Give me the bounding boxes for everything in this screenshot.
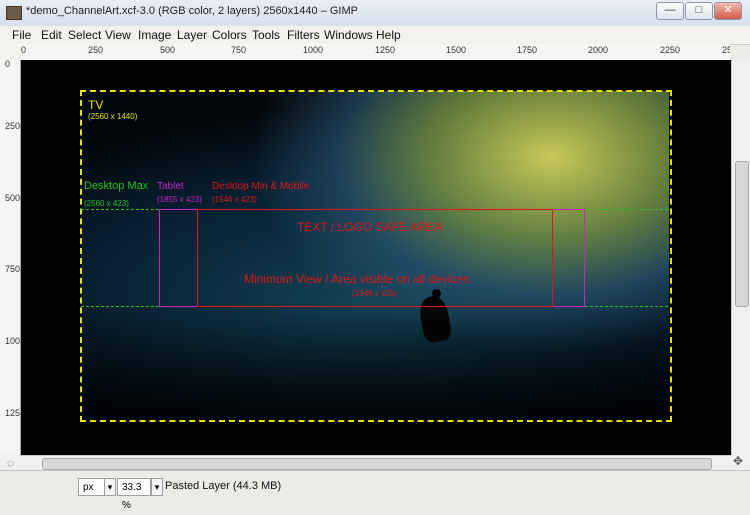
horizontal-scroll-thumb[interactable] bbox=[42, 458, 712, 470]
image-canvas[interactable]: TV (2560 x 1440) Desktop Max (2560 x 423… bbox=[21, 60, 731, 455]
ruler-label: 2500 bbox=[722, 45, 730, 55]
menu-filters[interactable]: Filters bbox=[287, 28, 320, 42]
tablet-size: (1855 x 423) bbox=[157, 195, 202, 204]
ruler-label: 1000 bbox=[5, 336, 21, 346]
navigate-icon: ✥ bbox=[733, 454, 744, 468]
ruler-label: 1750 bbox=[517, 45, 538, 55]
close-button[interactable]: ✕ bbox=[714, 2, 742, 20]
menu-windows[interactable]: Windows bbox=[324, 28, 373, 42]
ruler-label: 750 bbox=[231, 45, 247, 55]
desktop-min-label: Desktop Min & Mobile bbox=[212, 181, 310, 192]
tv-label: TV bbox=[88, 98, 104, 112]
title-bar: *demo_ChannelArt.xcf-3.0 (RGB color, 2 l… bbox=[0, 0, 750, 27]
menu-edit[interactable]: Edit bbox=[41, 28, 62, 42]
desktop-min-size: (1546 x 423) bbox=[212, 195, 257, 204]
horizontal-scrollbar[interactable] bbox=[20, 455, 731, 471]
ruler-label: 2250 bbox=[660, 45, 681, 55]
ruler-label: 2000 bbox=[588, 45, 609, 55]
menu-view[interactable]: View bbox=[105, 28, 131, 42]
vertical-ruler[interactable]: 0 250 500 750 1000 1250 bbox=[0, 60, 21, 455]
minimize-button[interactable]: — bbox=[656, 2, 684, 20]
unit-dropdown-button[interactable]: ▾ bbox=[104, 478, 116, 496]
tablet-label: Tablet bbox=[157, 181, 184, 192]
menu-file[interactable]: File bbox=[12, 28, 31, 42]
ruler-label: 1250 bbox=[375, 45, 396, 55]
layer-status: Pasted Layer (44.3 MB) bbox=[165, 480, 282, 492]
menu-colors[interactable]: Colors bbox=[212, 28, 247, 42]
safe-area-size: (1546 x 423) bbox=[352, 289, 397, 298]
ruler-label: 500 bbox=[160, 45, 176, 55]
ruler-label: 250 bbox=[88, 45, 104, 55]
zoom-field[interactable]: 33.3 % bbox=[117, 478, 151, 511]
ruler-corner[interactable] bbox=[0, 44, 21, 61]
ruler-label: 1000 bbox=[303, 45, 324, 55]
ruler-label: 750 bbox=[5, 264, 21, 274]
zoom-dropdown-button[interactable]: ▾ bbox=[151, 478, 163, 496]
ruler-label: 0 bbox=[21, 45, 27, 55]
vertical-scrollbar[interactable] bbox=[731, 60, 750, 455]
menu-tools[interactable]: Tools bbox=[252, 28, 280, 42]
ruler-label: 250 bbox=[5, 121, 21, 131]
status-bar: px ▾ 33.3 % ▾ Pasted Layer (44.3 MB) bbox=[0, 470, 750, 511]
safe-area-label: TEXT / LOGO SAFE AREA bbox=[297, 220, 443, 234]
ruler-label: 1500 bbox=[446, 45, 467, 55]
window-title: *demo_ChannelArt.xcf-3.0 (RGB color, 2 l… bbox=[26, 5, 358, 17]
menu-select[interactable]: Select bbox=[68, 28, 101, 42]
ruler-label: 0 bbox=[5, 60, 11, 69]
vertical-scroll-thumb[interactable] bbox=[735, 161, 749, 307]
ruler-label: 1250 bbox=[5, 408, 21, 418]
maximize-button[interactable]: □ bbox=[685, 2, 713, 20]
safe-area-subtitle: Minimum View / Area visible on all devic… bbox=[244, 272, 470, 286]
unit-select[interactable]: px bbox=[78, 478, 106, 496]
quick-mask-icon: ◌ bbox=[7, 456, 15, 470]
desktop-max-label: Desktop Max bbox=[84, 180, 149, 192]
desktop-max-size: (2560 x 423) bbox=[84, 199, 129, 208]
gimp-app-icon bbox=[6, 6, 22, 20]
menu-layer[interactable]: Layer bbox=[177, 28, 207, 42]
menu-bar: File Edit Select View Image Layer Colors… bbox=[0, 26, 750, 45]
ruler-label: 500 bbox=[5, 193, 21, 203]
tv-size: (2560 x 1440) bbox=[88, 112, 138, 121]
menu-help[interactable]: Help bbox=[376, 28, 401, 42]
menu-image[interactable]: Image bbox=[138, 28, 171, 42]
horizontal-ruler[interactable]: 0 250 500 750 1000 1250 1500 1750 2000 2… bbox=[20, 44, 730, 61]
